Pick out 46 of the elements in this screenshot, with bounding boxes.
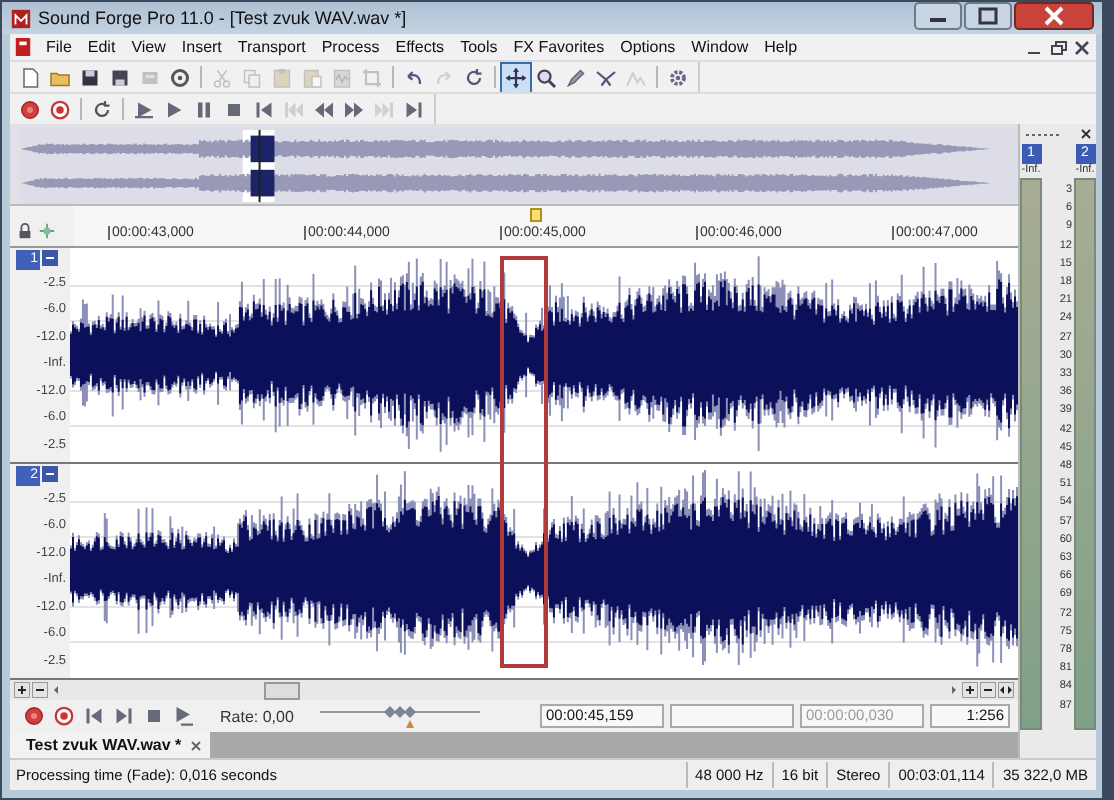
window-title: Sound Forge Pro 11.0 - [Test zvuk WAV.wav *] <box>38 8 409 28</box>
menu-item[interactable]: File <box>38 38 80 56</box>
close-icon[interactable] <box>1014 2 1094 30</box>
menu-item[interactable]: Window <box>683 38 757 56</box>
rate-label: Rate: 0,00 <box>220 707 294 726</box>
slider-thumb[interactable] <box>383 706 416 729</box>
scroll-left-icon[interactable] <box>50 682 62 699</box>
record-icon[interactable] <box>16 95 44 123</box>
record-target-icon[interactable] <box>50 702 78 731</box>
document-icon[interactable] <box>14 36 32 58</box>
menu-item[interactable]: Options <box>612 38 684 56</box>
grip-icon[interactable] <box>1024 131 1064 137</box>
record-icon[interactable] <box>20 702 48 731</box>
close-icon[interactable] <box>1080 128 1092 140</box>
menu-item[interactable]: Tools <box>452 38 506 56</box>
menu-item[interactable]: Transport <box>229 38 314 56</box>
menu-item[interactable]: FX Favorites <box>505 38 613 56</box>
minimize-icon[interactable] <box>914 2 962 30</box>
close-icon[interactable] <box>1072 37 1092 57</box>
menu-item[interactable]: Process <box>313 38 388 56</box>
menu-item[interactable]: Help <box>756 38 806 56</box>
app-icon <box>10 7 32 29</box>
scroll-right-icon[interactable] <box>948 682 960 699</box>
menu-item[interactable]: Edit <box>79 38 124 56</box>
maximize-icon[interactable] <box>964 2 1012 30</box>
menu-item[interactable]: Effects <box>387 38 453 56</box>
collapse-icon[interactable] <box>42 466 58 483</box>
search-icon[interactable] <box>532 63 560 91</box>
restore-icon[interactable] <box>1048 37 1068 57</box>
collapse-icon[interactable] <box>42 250 58 267</box>
marker-icon <box>530 208 542 222</box>
cross-arrows-icon[interactable] <box>502 63 530 91</box>
zoom-in-icon[interactable] <box>14 682 30 699</box>
zoom-in-icon[interactable] <box>962 682 978 699</box>
record-target-icon[interactable] <box>46 95 74 123</box>
zoom-out-icon[interactable] <box>980 682 996 699</box>
zoom-fit-icon[interactable] <box>998 682 1014 699</box>
close-icon[interactable] <box>189 739 202 752</box>
scroll-thumb[interactable] <box>264 682 300 701</box>
document-tab[interactable]: Test zvuk WAV.wav * <box>10 732 210 758</box>
menu-item[interactable]: View <box>123 38 174 56</box>
rate-slider[interactable] <box>319 702 480 731</box>
time-field[interactable] <box>670 704 794 729</box>
menu-item[interactable]: Insert <box>173 38 230 56</box>
zoom-out-icon[interactable] <box>32 682 48 699</box>
lock-icon[interactable] <box>16 222 34 241</box>
